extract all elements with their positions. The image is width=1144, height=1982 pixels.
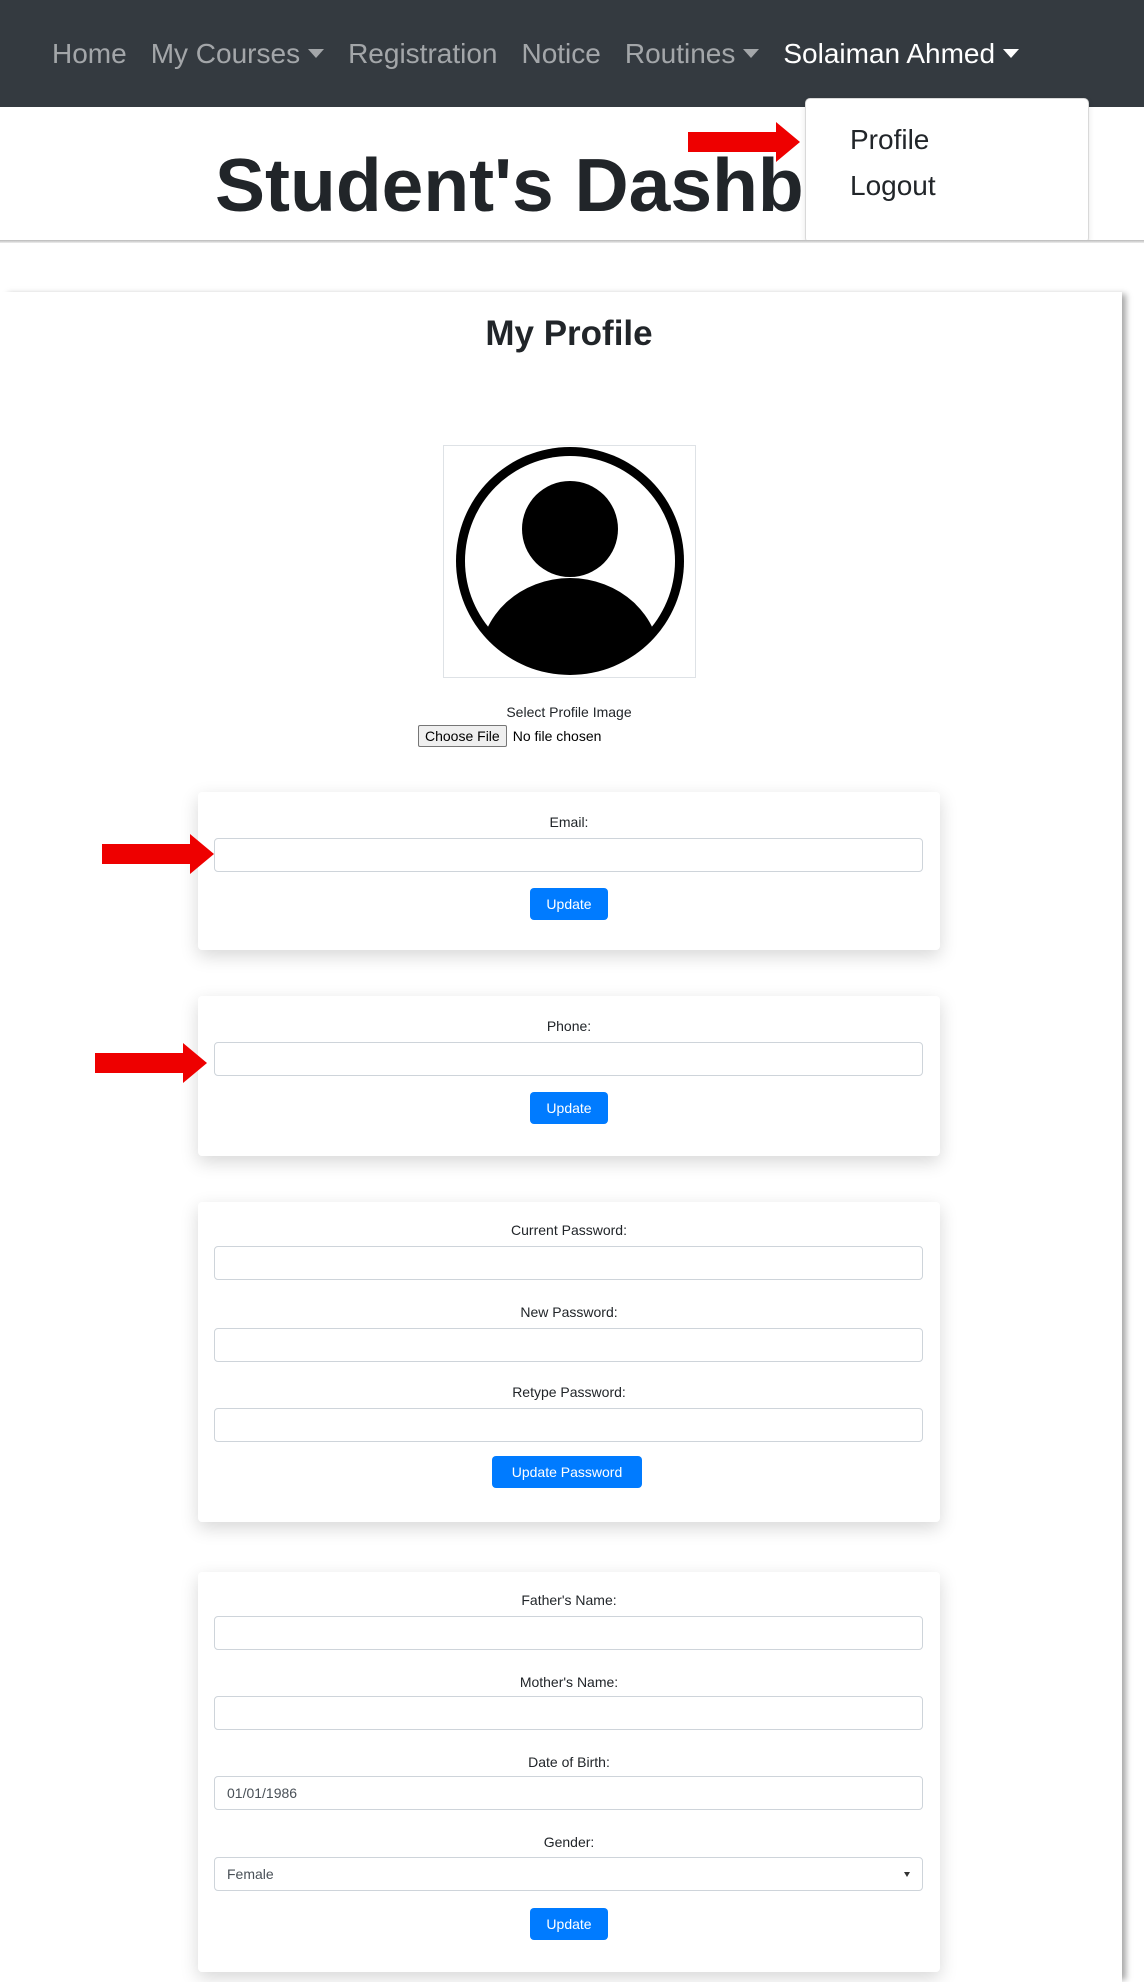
nav-my-courses-label: My Courses [150,37,301,69]
mother-name-label: Mother's Name: [519,1674,619,1690]
caret-down-icon [308,49,325,58]
file-status: No file chosen [512,728,602,744]
email-field[interactable] [214,838,923,872]
new-password-label: New Password: [520,1304,618,1320]
dropdown-profile[interactable]: Profile [806,117,1088,163]
retype-password-label: Retype Password: [512,1384,626,1400]
profile-page: My Profile Select Profile Image Choose F… [0,292,1122,1982]
personal-details-card: Father's Name: Mother's Name: Date of Bi… [198,1572,940,1972]
retype-password-field[interactable] [214,1408,923,1442]
caret-down-icon [1003,49,1020,58]
update-details-button[interactable]: Update [530,1908,608,1940]
date-of-birth-label: Date of Birth: [528,1754,610,1770]
father-name-label: Father's Name: [521,1592,617,1608]
mother-name-field[interactable] [214,1696,923,1730]
file-input: Choose File No file chosen [418,725,601,747]
dropdown-logout[interactable]: Logout [806,163,1088,209]
nav-routines-label: Routines [624,37,736,69]
gender-select[interactable]: Female [214,1857,923,1891]
user-dropdown-menu: Profile Logout [805,98,1089,243]
phone-card: Phone: Update [198,996,940,1156]
father-name-field[interactable] [214,1616,923,1650]
nav-home[interactable]: Home [52,38,127,70]
dashboard-screenshot: Home My Courses Registration Notice Rout… [0,0,1144,243]
nav-registration[interactable]: Registration [348,38,497,70]
red-arrow-icon [102,834,214,874]
date-of-birth-field[interactable]: 01/01/1986 [214,1776,923,1810]
update-phone-button[interactable]: Update [530,1092,608,1124]
password-card: Current Password: New Password: Retype P… [198,1202,940,1522]
red-arrow-icon [95,1043,207,1083]
new-password-field[interactable] [214,1328,923,1362]
avatar [443,445,696,678]
update-email-button[interactable]: Update [530,888,608,920]
user-avatar-icon [456,447,684,675]
red-arrow-icon [688,122,800,162]
gender-label: Gender: [543,1834,595,1850]
current-password-field[interactable] [214,1246,923,1280]
nav-notice[interactable]: Notice [521,38,600,70]
update-password-button[interactable]: Update Password [492,1456,642,1488]
chevron-down-icon [904,1871,910,1877]
gender-selected-value: Female [227,1866,274,1882]
divider [0,240,1144,243]
current-password-label: Current Password: [511,1222,627,1238]
caret-down-icon [743,49,760,58]
nav-routines[interactable]: Routines [625,38,760,70]
user-name: Solaiman Ahmed [783,37,996,69]
page-title: My Profile [485,314,653,353]
email-label: Email: [549,814,589,830]
nav-my-courses[interactable]: My Courses [150,37,325,70]
email-card: Email: Update [198,792,940,950]
nav-user-menu[interactable]: Solaiman Ahmed [783,37,1020,70]
phone-label: Phone: [546,1018,592,1034]
choose-file-button[interactable]: Choose File [418,725,507,747]
phone-field[interactable] [214,1042,923,1076]
select-profile-image-label: Select Profile Image [506,704,632,720]
navbar: Home My Courses Registration Notice Rout… [0,0,1144,107]
